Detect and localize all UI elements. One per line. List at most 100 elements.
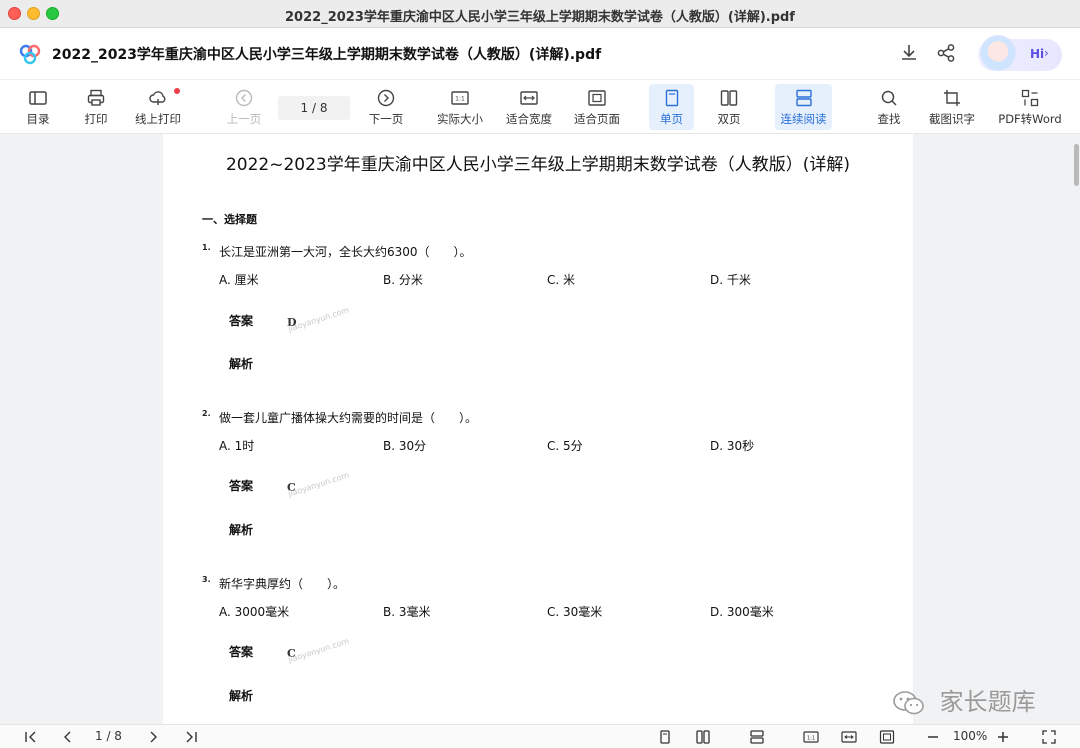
last-page-icon[interactable]: [183, 729, 199, 745]
question-text: 做一套儿童广播体操大约需要的时间是（ ）。: [219, 411, 478, 425]
brand-watermark: 家长题库: [892, 682, 1036, 717]
prev-page-label: 上一页: [226, 112, 262, 126]
fit-page-label: 适合页面: [574, 112, 620, 126]
pdf-to-word-button[interactable]: PDF转Word: [995, 84, 1065, 130]
page-number-input[interactable]: 1 / 8: [278, 96, 350, 120]
question-text: 长江是亚洲第一大河，全长大约6300（ ）。: [219, 245, 472, 259]
sidebar-icon: [29, 91, 47, 105]
answer-label: 答案: [229, 479, 254, 493]
zoom-out-icon[interactable]: [925, 729, 941, 745]
option-a: A. 1时: [219, 439, 255, 453]
option-c: C. 30毫米: [547, 605, 603, 619]
analysis-label: 解析: [229, 689, 254, 703]
continuous-read-button[interactable]: 连续阅读: [775, 84, 832, 130]
fit-page-button[interactable]: 适合页面: [571, 84, 623, 130]
print-button[interactable]: 打印: [76, 84, 116, 130]
find-label: 查找: [877, 112, 901, 126]
actual-size-button[interactable]: 1:1 实际大小: [434, 84, 486, 130]
double-page-button[interactable]: 双页: [708, 84, 750, 130]
chevron-right-icon: ›: [1044, 46, 1049, 60]
continuous-scroll-icon: [795, 89, 812, 107]
bottom-page-indicator[interactable]: 1 / 8: [95, 729, 122, 743]
wechat-icon: [893, 691, 924, 715]
crop-icon: [944, 90, 960, 106]
assistant-label: Hi: [1030, 47, 1045, 61]
single-page-label: 单页: [660, 112, 683, 126]
ocr-button[interactable]: 截图识字: [926, 84, 978, 130]
option-c: C. 米: [547, 273, 576, 287]
watermark-text: jiaoyanyun.com: [287, 636, 351, 665]
option-d: D. 千米: [710, 273, 751, 287]
double-page-label: 双页: [717, 112, 741, 126]
window-title: 2022_2023学年重庆渝中区人民小学三年级上学期期末数学试卷（人教版）(详解…: [285, 10, 795, 25]
answer-label: 答案: [229, 314, 254, 328]
prev-page-button[interactable]: 上一页: [222, 84, 266, 130]
prev-page-icon[interactable]: [60, 729, 76, 745]
assistant-avatar-icon: [980, 35, 1016, 71]
cloud-print-icon: [149, 91, 166, 105]
next-page-label: 下一页: [368, 112, 404, 126]
fit-width-label: 适合宽度: [506, 112, 552, 126]
vertical-scrollbar[interactable]: [1074, 144, 1079, 186]
bottom-bar: 1 / 8 1:1 100%: [0, 724, 1080, 748]
question-number: 1.: [202, 243, 211, 252]
option-a: A. 厘米: [219, 273, 259, 287]
fit-page-icon[interactable]: [879, 729, 895, 745]
option-b: B. 分米: [383, 273, 423, 287]
search-icon: [881, 90, 897, 106]
page-heading: 2022~2023学年重庆渝中区人民小学三年级上学期期末数学试卷（人教版）(详解…: [225, 155, 851, 175]
share-icon[interactable]: [935, 42, 957, 64]
fit-page-icon: [588, 90, 606, 106]
double-page-icon: [720, 90, 738, 106]
svg-text:1:1: 1:1: [455, 96, 465, 103]
convert-icon: [1021, 89, 1039, 107]
catalog-button[interactable]: 目录: [18, 84, 58, 130]
section-heading: 一、选择题: [202, 213, 257, 226]
actual-size-icon: 1:1: [451, 91, 469, 105]
catalog-label: 目录: [26, 112, 50, 126]
single-page-icon: [665, 89, 678, 107]
single-page-view-icon[interactable]: [657, 729, 673, 745]
next-page-button[interactable]: 下一页: [364, 84, 408, 130]
document-title: 2022_2023学年重庆渝中区人民小学三年级上学期期末数学试卷（人教版）(详解…: [52, 47, 602, 63]
window-titlebar: 2022_2023学年重庆渝中区人民小学三年级上学期期末数学试卷（人教版）(详解…: [0, 0, 1080, 28]
assistant-button[interactable]: Hi ›: [978, 35, 1062, 71]
zoom-in-icon[interactable]: [995, 729, 1011, 745]
actual-size-icon[interactable]: 1:1: [803, 729, 819, 745]
double-page-view-icon[interactable]: [695, 729, 711, 745]
fullscreen-icon[interactable]: [1041, 729, 1057, 745]
first-page-icon[interactable]: [23, 729, 39, 745]
printer-icon: [87, 89, 105, 106]
online-print-label: 线上打印: [135, 112, 181, 126]
ocr-label: 截图识字: [929, 112, 975, 126]
watermark-text: jiaoyanyun.com: [287, 470, 351, 499]
analysis-label: 解析: [229, 357, 254, 371]
pdf-to-word-label: PDF转Word: [998, 112, 1062, 126]
question-number: 3.: [202, 575, 211, 584]
svg-text:1:1: 1:1: [807, 736, 815, 742]
option-b: B. 30分: [383, 439, 427, 453]
document-viewport[interactable]: 2022~2023学年重庆渝中区人民小学三年级上学期期末数学试卷（人教版）(详解…: [0, 134, 1080, 724]
option-a: A. 3000毫米: [219, 605, 290, 619]
find-button[interactable]: 查找: [868, 84, 910, 130]
chevron-left-circle-icon: [235, 89, 253, 107]
analysis-label: 解析: [229, 523, 254, 537]
notification-dot: [174, 88, 180, 94]
toolbar: 目录 打印 线上打印 上一页 1 / 8 下一页 1:1 实际大小 适合宽度 适…: [0, 80, 1080, 134]
single-page-button[interactable]: 单页: [649, 84, 694, 130]
question-number: 2.: [202, 409, 211, 418]
pdf-page: 2022~2023学年重庆渝中区人民小学三年级上学期期末数学试卷（人教版）(详解…: [163, 134, 913, 724]
fit-width-button[interactable]: 适合宽度: [503, 84, 555, 130]
download-icon[interactable]: [898, 42, 920, 64]
fit-width-icon: [520, 91, 538, 105]
print-label: 打印: [84, 112, 108, 126]
option-d: D. 300毫米: [710, 605, 774, 619]
fit-width-icon[interactable]: [841, 729, 857, 745]
chevron-right-circle-icon: [377, 89, 395, 107]
brand-watermark-text: 家长题库: [939, 688, 1036, 716]
option-d: D. 30秒: [710, 439, 755, 453]
app-logo-icon: [19, 44, 41, 65]
next-page-icon[interactable]: [145, 729, 161, 745]
continuous-view-icon[interactable]: [749, 729, 765, 745]
online-print-button[interactable]: 线上打印: [130, 84, 186, 130]
